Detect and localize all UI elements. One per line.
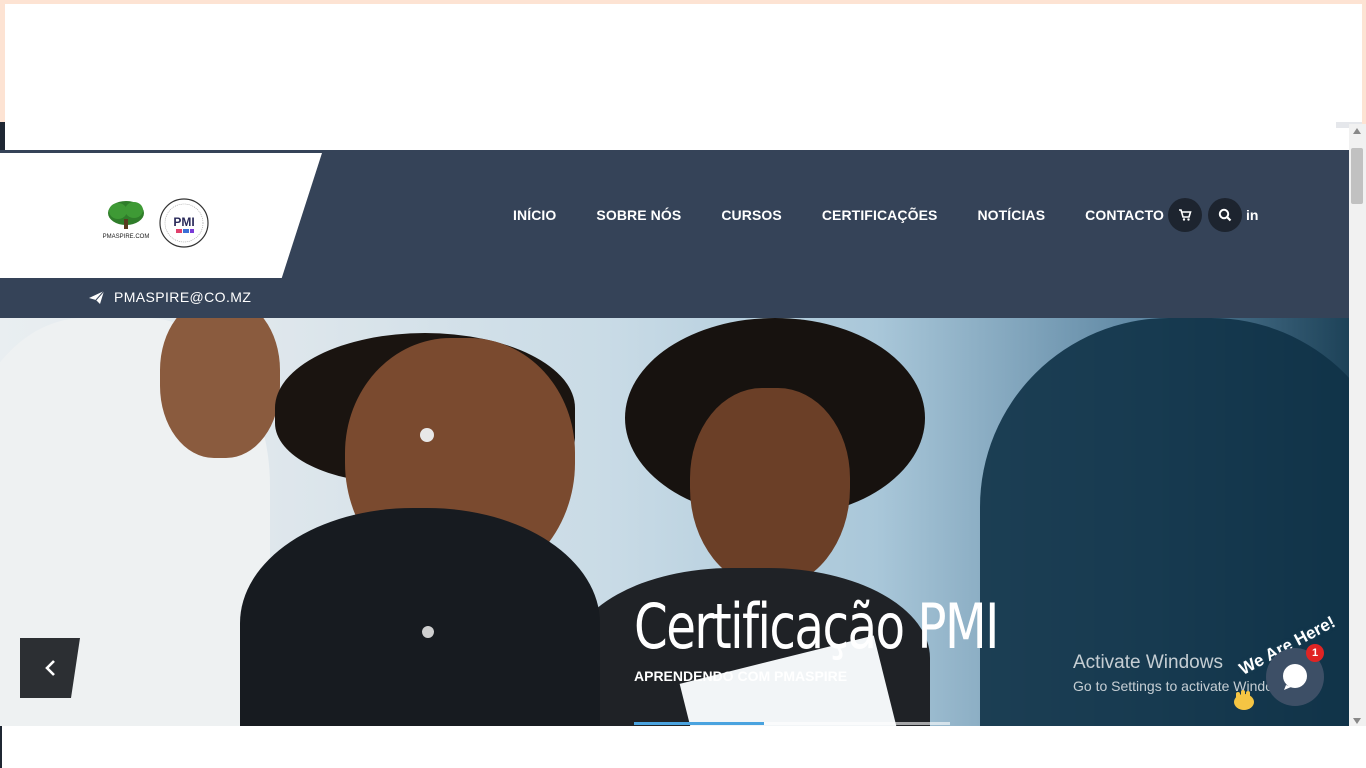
search-button[interactable]	[1208, 198, 1242, 232]
hero-photo-detail	[422, 626, 434, 638]
nav-certificacoes[interactable]: CERTIFICAÇÕES	[822, 207, 938, 223]
pmaspire-tree-logo[interactable]: PMASPIRE.COM	[100, 199, 152, 241]
hero-photo-person	[240, 508, 600, 726]
pmi-badge-letters: PMI	[173, 215, 194, 229]
scroll-thumb[interactable]	[1351, 148, 1363, 204]
logo-panel[interactable]: PMASPIRE.COM PMI	[0, 153, 322, 278]
nav-noticias[interactable]: NOTÍCIAS	[977, 207, 1045, 223]
top-banner-inner	[0, 4, 1362, 154]
hero-photo-detail	[690, 388, 850, 588]
scroll-up-arrow-icon[interactable]	[1353, 128, 1361, 134]
search-icon	[1218, 208, 1232, 222]
hero-subtitle: APRENDENDO COM PMASPIRE	[634, 668, 848, 684]
hero-photo-detail	[420, 428, 434, 442]
contact-email[interactable]: PMASPIRE@CO.MZ	[89, 289, 251, 305]
slider-prev-button[interactable]	[20, 638, 80, 698]
page-bottom	[0, 726, 1366, 768]
nav-contacto[interactable]: CONTACTO	[1085, 207, 1164, 223]
chat-widget[interactable]: We Are Here! 1	[1230, 612, 1349, 724]
main-nav: INÍCIO SOBRE NÓS CURSOS CERTIFICAÇÕES NO…	[513, 207, 1204, 223]
page-scrollbar[interactable]	[1349, 124, 1366, 728]
page-bottom-edge	[0, 726, 2, 768]
hero-photo-detail	[160, 318, 280, 458]
site-header: PMASPIRE.COM PMI INÍCIO SOBRE NÓS CURSOS…	[0, 150, 1349, 318]
hero-slider: Certificação PMI APRENDENDO COM PMASPIRE…	[0, 318, 1349, 726]
hero-title: Certificação PMI	[634, 590, 999, 663]
contact-email-text: PMASPIRE@CO.MZ	[114, 289, 252, 305]
pmi-badge-logo[interactable]: PMI	[158, 197, 210, 249]
cart-icon	[1179, 209, 1192, 221]
waving-hand-icon	[1234, 690, 1254, 710]
chat-badge: 1	[1306, 644, 1324, 662]
nav-sobre-nos[interactable]: SOBRE NÓS	[596, 207, 681, 223]
chat-icon	[1283, 664, 1307, 690]
send-icon	[89, 290, 104, 304]
linkedin-icon[interactable]: in	[1246, 207, 1258, 223]
scroll-down-arrow-icon[interactable]	[1353, 718, 1361, 724]
top-banner	[0, 0, 1366, 154]
tree-logo-caption: PMASPIRE.COM	[103, 234, 150, 240]
nav-inicio[interactable]: INÍCIO	[513, 207, 556, 223]
chevron-left-icon	[45, 660, 55, 676]
cart-button[interactable]	[1168, 198, 1202, 232]
nav-cursos[interactable]: CURSOS	[721, 207, 782, 223]
slide-progress-fill	[634, 722, 764, 725]
